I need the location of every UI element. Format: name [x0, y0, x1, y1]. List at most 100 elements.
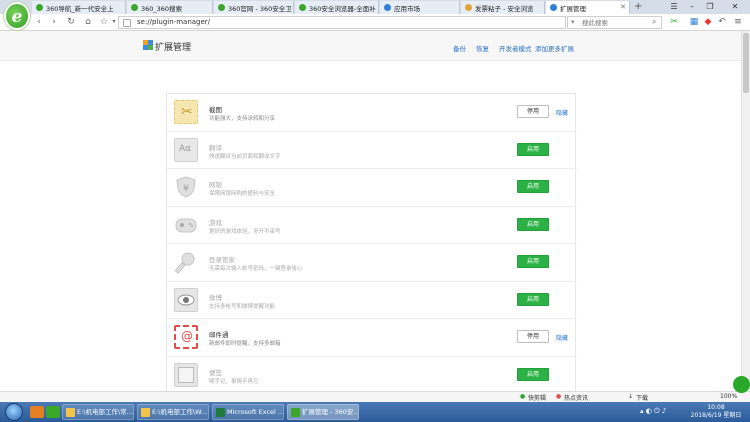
- restore-link[interactable]: 恢复: [476, 43, 489, 53]
- status-zoom[interactable]: 100%: [720, 393, 737, 400]
- favicon-icon: [384, 4, 391, 11]
- forward-icon[interactable]: ›: [48, 16, 60, 28]
- search-box[interactable]: ▾ ⌕: [567, 16, 662, 29]
- gamepad-icon: [174, 212, 198, 237]
- enable-button[interactable]: 启用: [517, 217, 549, 231]
- favicon-icon: [36, 4, 43, 11]
- extension-row-banking: ¥ 网银 保障网银网购的便利与安全 启用: [167, 169, 577, 207]
- extension-name: 截图: [209, 106, 222, 114]
- search-engine-icon: ▾: [571, 18, 575, 26]
- scissors-icon: ✂: [174, 100, 198, 124]
- extension-row-mail: @ 邮件通 新邮件即时提醒，支持多邮箱 停用 隐藏: [167, 319, 577, 357]
- extension-desc: 支持多帐号和微博提醒功能: [209, 303, 276, 310]
- status-download[interactable]: 下载: [636, 393, 648, 402]
- page-scrollbar[interactable]: [741, 31, 750, 391]
- extension-row-notes: 便签 随手记，事情不再忘 启用: [167, 357, 577, 392]
- extension-desc: 更好的游戏体验，多开不串号: [209, 228, 281, 235]
- quick-edit-icon: ●: [520, 393, 526, 400]
- note-icon: [174, 362, 198, 387]
- extension-row-weibo: 微博 支持多帐号和微博提醒功能 启用: [167, 282, 577, 319]
- browser-tab[interactable]: 360导航_新一代安全上: [32, 1, 126, 14]
- enable-button[interactable]: 启用: [517, 367, 549, 381]
- hide-link[interactable]: 隐藏: [556, 333, 568, 342]
- status-bar: ● 快剪辑 ● 热点资讯 ↓ 下载 100%: [0, 391, 750, 402]
- float-assistant-icon[interactable]: [733, 376, 750, 393]
- system-clock[interactable]: 10:08 2018/6/19 星期日: [686, 404, 746, 420]
- add-more-extensions-link[interactable]: 添加更多扩展: [535, 43, 574, 53]
- mail-at-icon: @: [174, 325, 198, 349]
- browser-icon: [291, 408, 300, 417]
- new-tab-button[interactable]: +: [634, 0, 642, 13]
- refresh-icon[interactable]: ↻: [65, 16, 77, 28]
- more-icon[interactable]: ≡: [732, 16, 744, 28]
- restore-icon[interactable]: ❐: [702, 0, 718, 14]
- key-icon: [174, 250, 198, 274]
- extension-desc: 保障网银网购的便利与安全: [209, 191, 276, 197]
- excel-icon: [216, 408, 225, 417]
- backup-link[interactable]: 备份: [453, 43, 466, 53]
- page-icon: [123, 19, 131, 27]
- grid-apps-icon[interactable]: ▦: [688, 16, 700, 28]
- extension-name: 游戏: [209, 218, 222, 227]
- browser-logo-icon[interactable]: e: [4, 2, 30, 30]
- extension-row-translate: Aα 翻译 快速翻译当前页面和翻译文字 启用: [167, 132, 577, 169]
- extensions-page: 扩展管理 备份 恢复 开发者模式 添加更多扩展 ✂ 截图 功能强大，支持涂鸦和分…: [0, 31, 741, 391]
- disable-button[interactable]: 停用: [517, 105, 549, 118]
- eye-icon: [174, 287, 198, 312]
- extension-name: 翻译: [209, 143, 222, 152]
- minimize-icon[interactable]: –: [684, 0, 700, 14]
- menu-icon[interactable]: ☰: [666, 0, 682, 14]
- folder-icon: [66, 408, 75, 417]
- enable-button[interactable]: 启用: [517, 255, 549, 268]
- start-button-icon[interactable]: [5, 403, 23, 421]
- taskbar-item[interactable]: E:\机电部工作\常...: [62, 404, 134, 420]
- browser-tab[interactable]: 应用市场: [380, 1, 460, 14]
- close-icon[interactable]: ✕: [620, 3, 626, 11]
- browser-tab[interactable]: 360安全浏览器-全面补: [295, 1, 379, 14]
- extensions-grid-icon: [143, 40, 153, 50]
- undo-icon[interactable]: ↶: [716, 16, 728, 28]
- favicon-icon: [299, 4, 306, 11]
- extension-row-login-manager: 登录管家 无需每次输入帐号密码，一键登录省心 启用: [167, 244, 577, 282]
- tray-icons[interactable]: ▴ ◐ ⏻ ♪: [640, 407, 666, 416]
- svg-text:¥: ¥: [183, 184, 189, 194]
- enable-button[interactable]: 启用: [517, 180, 549, 193]
- hide-link[interactable]: 隐藏: [556, 108, 568, 117]
- browser-tab[interactable]: 360_360搜索: [127, 1, 213, 14]
- browser-tab[interactable]: 发票粘子 - 安全浏览: [461, 1, 545, 14]
- status-quick-edit[interactable]: 快剪辑: [528, 393, 546, 402]
- pinned-app-icon[interactable]: [46, 406, 60, 418]
- developer-mode-link[interactable]: 开发者模式: [499, 43, 532, 53]
- pinned-app-icon[interactable]: [30, 406, 44, 418]
- browser-tab-active[interactable]: 扩展管理 ✕: [546, 1, 630, 14]
- close-window-icon[interactable]: ✕: [720, 0, 750, 14]
- search-icon[interactable]: ⌕: [652, 17, 656, 27]
- status-news[interactable]: 热点资讯: [564, 393, 588, 402]
- extension-name: 微博: [209, 293, 222, 302]
- favicon-icon: [131, 4, 138, 11]
- extension-desc: 快速翻译当前页面和翻译文字: [209, 153, 281, 160]
- search-input[interactable]: [582, 17, 652, 28]
- taskbar-item[interactable]: E:\机电部工作\W...: [137, 404, 209, 420]
- shield-yen-icon: ¥: [174, 175, 198, 199]
- address-bar[interactable]: se://plugin-manager/: [118, 16, 566, 29]
- page-header: 扩展管理 备份 恢复 开发者模式 添加更多扩展: [0, 31, 741, 61]
- home-icon[interactable]: ⌂: [82, 16, 94, 28]
- extension-row-screenshot: ✂ 截图 功能强大，支持涂鸦和分享 停用 隐藏: [167, 94, 577, 132]
- extension-toggle-icon[interactable]: ✂: [668, 16, 680, 28]
- favicon-icon: [465, 4, 472, 11]
- shield-icon[interactable]: ◆: [702, 16, 714, 28]
- extension-desc: 新邮件即时提醒，支持多邮箱: [209, 341, 281, 347]
- browser-tab[interactable]: 360官网 - 360安全卫: [214, 1, 294, 14]
- enable-button[interactable]: 启用: [517, 292, 549, 306]
- disable-button[interactable]: 停用: [517, 330, 549, 343]
- back-icon[interactable]: ‹: [33, 16, 45, 28]
- extension-row-games: 游戏 更好的游戏体验，多开不串号 启用: [167, 207, 577, 244]
- scrollbar-thumb[interactable]: [743, 33, 749, 93]
- folder-icon: [141, 408, 150, 417]
- favicon-icon: [550, 4, 557, 11]
- enable-button[interactable]: 启用: [517, 142, 549, 156]
- extension-list: ✂ 截图 功能强大，支持涂鸦和分享 停用 隐藏 Aα 翻译 快速翻译当前页面和翻…: [166, 93, 577, 392]
- taskbar-item[interactable]: Microsoft Excel ...: [212, 404, 284, 420]
- taskbar-item-active[interactable]: 扩展管理 - 360安...: [287, 404, 359, 420]
